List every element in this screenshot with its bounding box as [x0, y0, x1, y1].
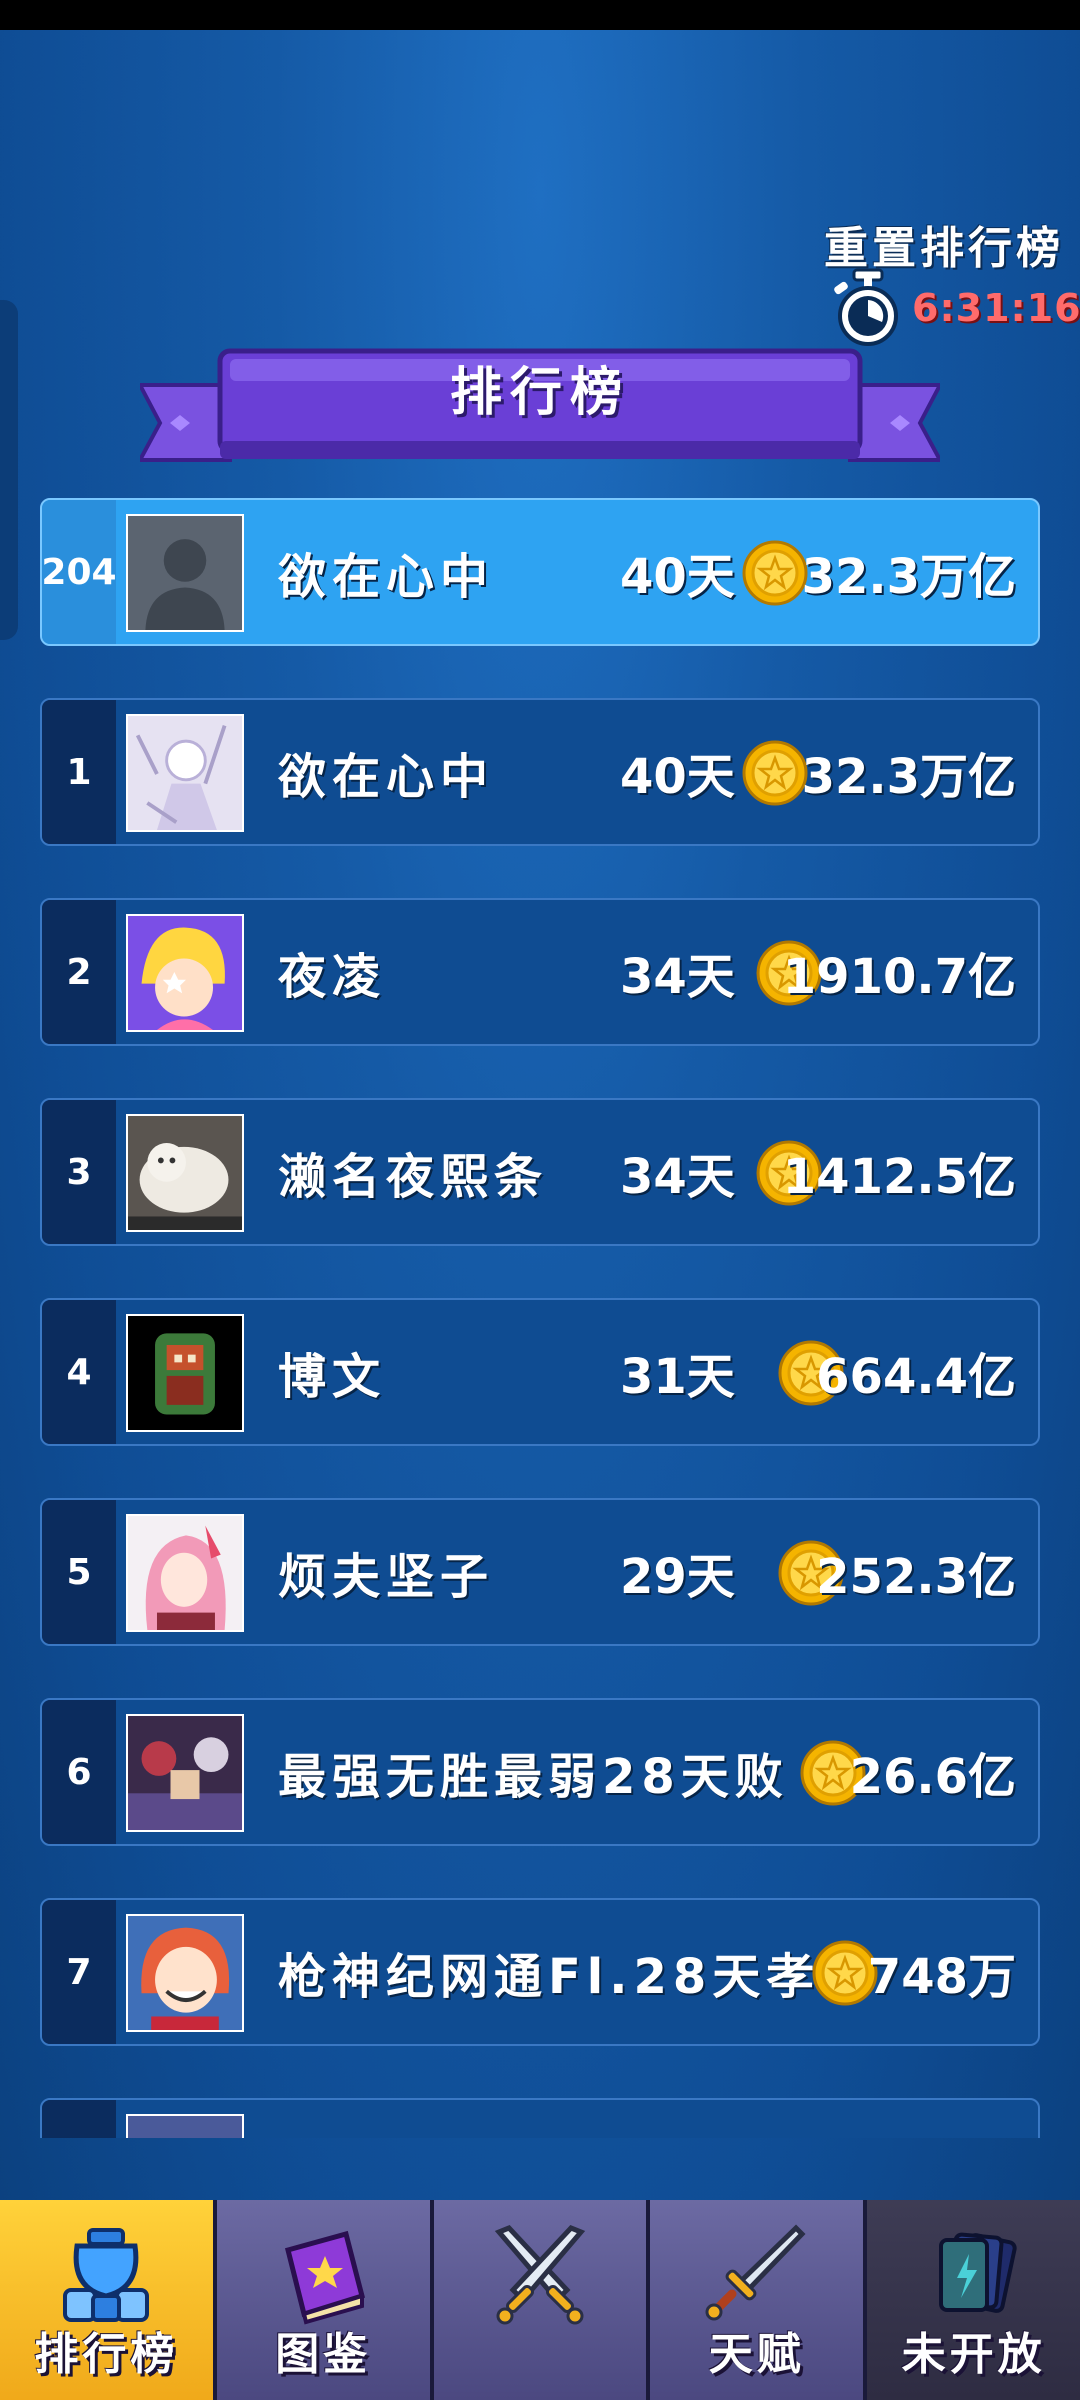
tab-label: 天赋: [708, 2329, 805, 2380]
tab-leaderboard[interactable]: 排行榜: [0, 2200, 217, 2400]
player-score: 26.6亿: [849, 1749, 1016, 1805]
player-score: 32.3万亿: [801, 549, 1016, 605]
player-name: 枪神纪网通Fl.28天孝: [278, 1949, 821, 2005]
rank-number: 3: [42, 1100, 116, 1244]
player-score: 748万: [867, 1949, 1016, 2005]
rank-number: 4: [42, 1300, 116, 1444]
tab-label: 图鉴: [275, 2329, 372, 2380]
leaderboard-row-partial[interactable]: [40, 2098, 1040, 2138]
player-name: 烦夫坚子: [278, 1549, 495, 1605]
leaderboard-row[interactable]: 1 欲在心中 40天 32.3万亿: [40, 698, 1040, 846]
player-name: 欲在心中: [278, 549, 495, 605]
rank-number: 1: [42, 700, 116, 844]
reset-leaderboard-label: 重置排行榜: [824, 223, 1064, 274]
tab-locked[interactable]: 未开放: [867, 2200, 1080, 2400]
player-name: 濑名夜熙条: [278, 1149, 549, 1205]
player-days: 29天: [620, 1549, 735, 1605]
trophy-icon: [63, 2228, 150, 2322]
player-score: 1910.7亿: [782, 949, 1016, 1005]
gold-coin-icon: [742, 740, 808, 806]
sword-icon: [705, 2224, 806, 2321]
player-name: 博文: [278, 1349, 387, 1405]
page-title: 排行榜: [449, 363, 630, 423]
avatar-image: [126, 1114, 244, 1232]
reset-countdown: 6:31:16: [912, 286, 1080, 330]
player-days: 40天: [620, 549, 735, 605]
tab-label: 排行榜: [34, 2329, 179, 2380]
my-rank-row[interactable]: 204 欲在心中 40天 32.3万亿: [40, 498, 1040, 646]
leaderboard-row[interactable]: 5 烦夫坚子 29天 252.3亿: [40, 1498, 1040, 1646]
tab-compendium[interactable]: 图鉴: [216, 2200, 434, 2400]
tab-battle[interactable]: [433, 2200, 651, 2400]
rank-number: [42, 2100, 116, 2138]
crossed-swords-icon: [494, 2225, 586, 2325]
leaderboard-list[interactable]: 204 欲在心中 40天 32.3万亿 1 欲在心中 40天 32.3万亿 2 …: [40, 498, 1040, 2138]
avatar-image: [126, 1314, 244, 1432]
cards-icon: [938, 2232, 1017, 2313]
rank-number: 7: [42, 1900, 116, 2044]
avatar-image: [126, 714, 244, 832]
rank-number: 5: [42, 1500, 116, 1644]
leaderboard-row[interactable]: 3 濑名夜熙条 34天 1412.5亿: [40, 1098, 1040, 1246]
leaderboard-row[interactable]: 7 枪神纪网通Fl.28天孝 748万: [40, 1898, 1040, 2046]
rank-number: 204: [42, 500, 117, 644]
avatar-image: [126, 1714, 244, 1832]
player-score: 664.4亿: [816, 1349, 1016, 1405]
avatar-image: [126, 1914, 244, 2032]
leaderboard-row[interactable]: 6 最强无胜最弱28天败 26.6亿: [40, 1698, 1040, 1846]
stopwatch-icon: [834, 268, 898, 346]
avatar-placeholder-icon: [126, 514, 244, 632]
gold-coin-icon: [742, 540, 808, 606]
player-days: 34天: [620, 1149, 735, 1205]
bottom-nav: 排行榜 图鉴 天赋 未开放: [0, 2200, 1080, 2400]
book-icon: [285, 2230, 366, 2325]
player-days: 31天: [620, 1349, 735, 1405]
rank-number: 2: [42, 900, 116, 1044]
player-days: 40天: [620, 749, 735, 805]
avatar-image: [126, 914, 244, 1032]
tab-label: 未开放: [901, 2329, 1046, 2380]
player-score: 1412.5亿: [782, 1149, 1016, 1205]
avatar-image: [126, 2114, 244, 2138]
leaderboard-row[interactable]: 2 夜凌 34天 1910.7亿: [40, 898, 1040, 1046]
player-score: 32.3万亿: [801, 749, 1016, 805]
player-name: 夜凌: [278, 949, 387, 1005]
tab-talent[interactable]: 天赋: [650, 2200, 868, 2400]
player-days: 34天: [620, 949, 735, 1005]
leaderboard-row[interactable]: 4 博文 31天 664.4亿: [40, 1298, 1040, 1446]
player-name: 欲在心中: [278, 749, 495, 805]
player-name: 最强无胜最弱28天败: [278, 1749, 789, 1805]
player-score: 252.3亿: [816, 1549, 1016, 1605]
avatar-image: [126, 1514, 244, 1632]
status-bar: [0, 0, 1080, 30]
rank-number: 6: [42, 1700, 116, 1844]
